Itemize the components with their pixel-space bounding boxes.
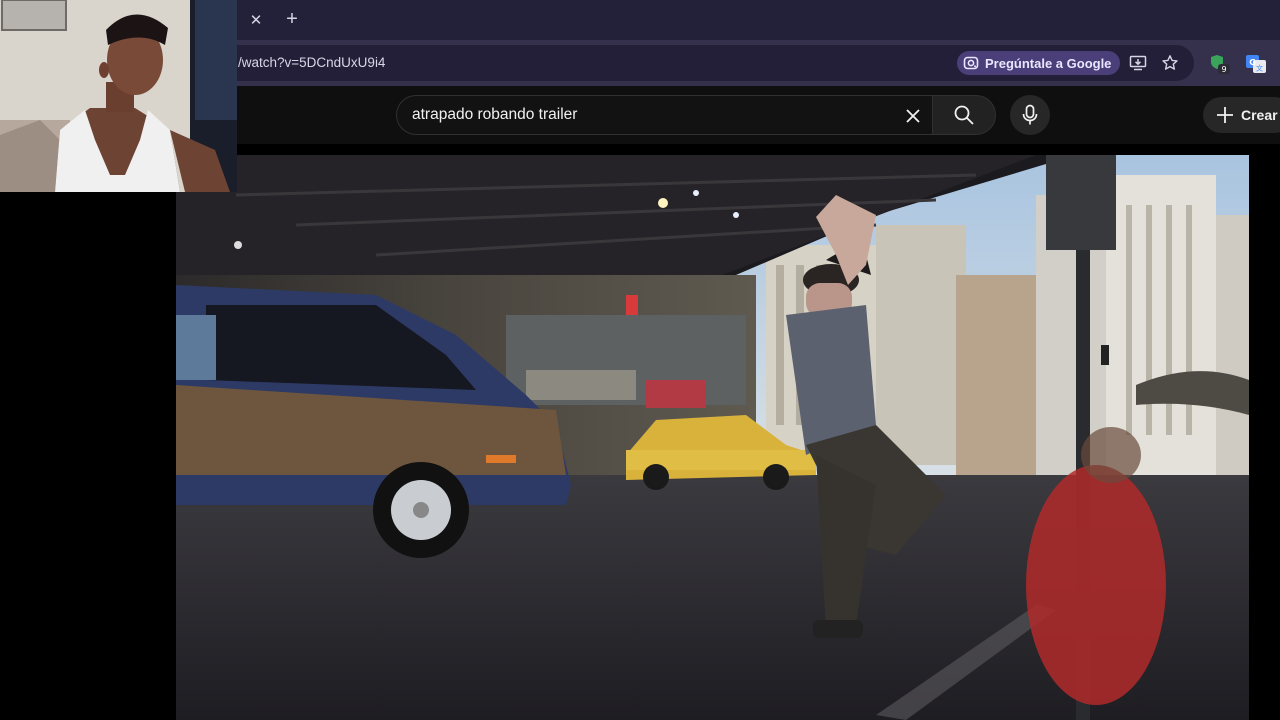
streamer-webcam-image [0,0,237,192]
monitor-download-icon [1129,55,1147,71]
svg-text:G: G [1249,58,1256,67]
ask-google-label: Pregúntale a Google [985,55,1112,71]
ask-google-button[interactable]: Pregúntale a Google [957,51,1121,75]
video-frame [176,155,1249,720]
star-icon [1162,55,1178,70]
voice-search-button[interactable] [1010,95,1050,135]
translate-extension-icon[interactable]: G 文 [1245,53,1267,75]
webcam-overlay [0,0,237,192]
svg-text:文: 文 [1256,64,1263,73]
extension-badge-count: 9 [1221,65,1226,74]
video-player[interactable] [176,155,1249,720]
search-query-text[interactable]: atrapado robando trailer [412,106,577,124]
install-app-icon[interactable] [1127,52,1149,74]
shield-icon: 9 [1211,55,1230,74]
search-icon [954,105,974,125]
url-text[interactable]: /watch?v=5DCndUxU9i4 [238,55,385,70]
shield-extension-icon[interactable]: 9 [1209,53,1231,75]
close-icon [906,109,920,123]
new-tab-button[interactable]: + [280,7,304,31]
search-input[interactable]: atrapado robando trailer [396,95,932,135]
plus-icon [1217,107,1233,123]
create-button[interactable]: Crear [1203,97,1280,133]
tab-close-button[interactable]: ✕ [244,8,268,32]
bookmark-star-icon[interactable] [1159,52,1181,74]
google-translate-icon: G 文 [1246,55,1266,73]
clear-search-button[interactable] [900,103,926,129]
mic-icon [1022,104,1038,125]
google-lens-icon [963,56,979,70]
search-button[interactable] [932,95,996,135]
create-label: Crear [1241,107,1278,123]
